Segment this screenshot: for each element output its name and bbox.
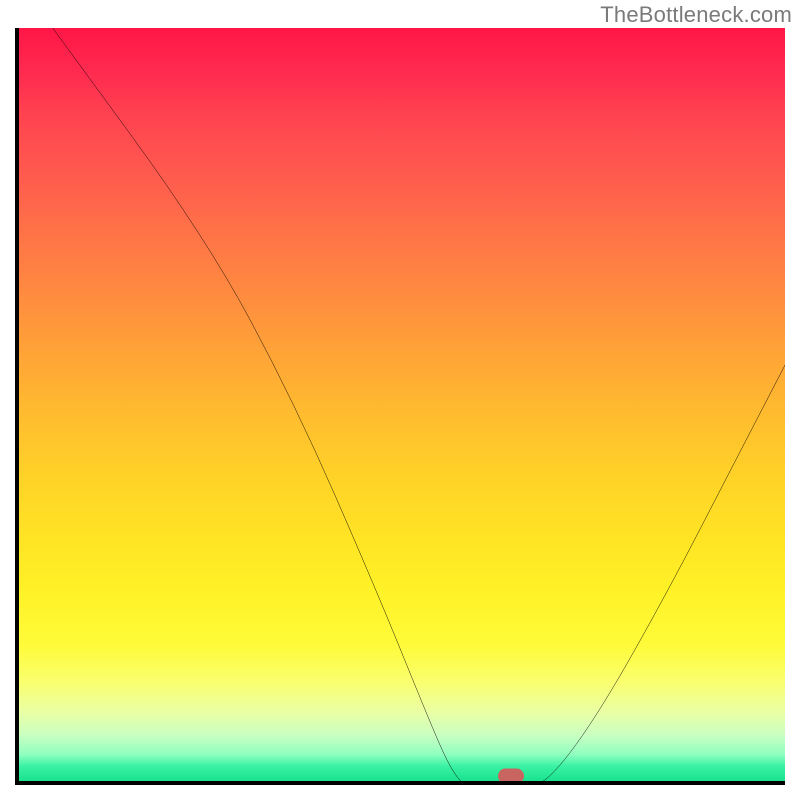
- plot-area: [15, 28, 785, 785]
- watermark-text: TheBottleneck.com: [600, 2, 792, 28]
- curve-svg: [19, 28, 785, 785]
- optimal-point-marker: [498, 769, 524, 784]
- chart-container: TheBottleneck.com: [0, 0, 800, 800]
- curve-path: [53, 28, 785, 785]
